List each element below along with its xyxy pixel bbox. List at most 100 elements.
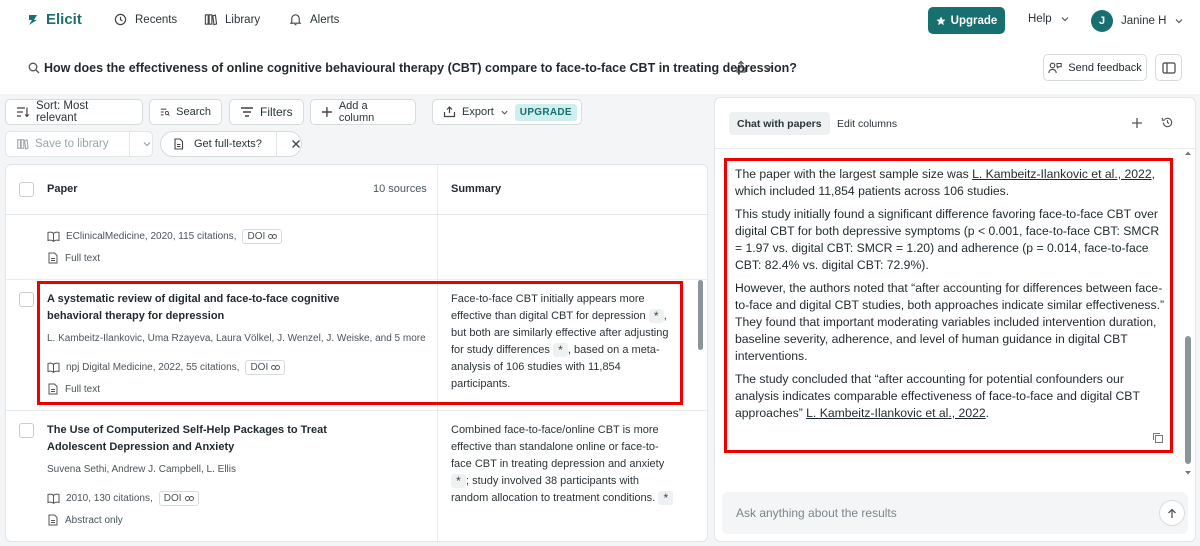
doi-link[interactable]: DOI [242,229,283,244]
save-to-library-button[interactable]: Save to library [5,131,153,157]
upgrade-button[interactable]: Upgrade [928,7,1005,34]
partial-row-journal: EClinicalMedicine, 2020, 115 citations, [66,231,237,242]
research-question[interactable]: How does the effectiveness of online cog… [44,61,797,75]
upgrade-label: Upgrade [950,14,998,27]
history-icon[interactable] [1161,116,1174,129]
sources-count: 10 sources [373,183,427,195]
availability-label: Abstract only [65,514,123,526]
export-icon [443,106,456,118]
export-button[interactable]: Export UPGRADE [432,99,582,125]
filters-label: Filters [260,105,293,119]
table-scrollbar[interactable] [698,280,703,350]
table-header: Paper 10 sources Summary [6,165,707,215]
paper-authors: Suvena Sethi, Andrew J. Campbell, L. Ell… [47,464,236,475]
nav-alerts[interactable]: Alerts [289,13,339,26]
search-button[interactable]: Search [149,99,222,125]
row-separator [6,279,707,280]
paper-title[interactable]: The Use of Computerized Self-Help Packag… [47,422,377,456]
citation-marker[interactable]: * [451,474,466,489]
clock-icon [114,13,127,26]
document-icon [48,252,58,264]
sidebar-panel-icon [1161,61,1176,74]
nav-recents-label: Recents [135,13,178,26]
partial-row-meta: EClinicalMedicine, 2020, 115 citations, … [47,229,283,244]
sort-icon [16,107,30,118]
send-feedback-button[interactable]: Send feedback [1043,54,1147,81]
chat-scrollbar[interactable] [1185,336,1191,464]
chevron-down-icon [501,110,508,115]
plus-icon[interactable] [1131,117,1143,129]
highlight-box [37,281,683,405]
bell-icon [289,14,302,26]
paper-journal: 2010, 130 citations, [66,493,153,504]
add-column-label: Add a column [338,100,375,124]
add-column-button[interactable]: Add a column [310,99,416,125]
select-all-checkbox[interactable] [19,182,34,197]
help-label: Help [1028,13,1052,25]
chevron-down-icon [1061,17,1069,22]
doi-label: DOI [163,493,182,504]
feedback-icon [1048,62,1062,73]
library-icon [17,139,29,150]
doi-label: DOI [247,231,266,242]
row-separator [6,410,707,411]
paper-summary: Combined face-to-face/online CBT is more… [451,422,679,507]
scroll-down-arrow[interactable] [1184,470,1192,476]
link-icon [184,496,194,501]
chevron-down-icon[interactable] [142,139,152,149]
book-icon [47,231,60,242]
book-icon [47,493,60,504]
get-fulltexts-label: Get full-texts? [194,138,262,150]
document-clip-icon [174,138,184,150]
search-label: Search [176,106,211,118]
nav-alerts-label: Alerts [310,13,340,26]
filter-icon [241,107,253,117]
row-checkbox[interactable] [19,423,34,438]
nav-recents[interactable]: Recents [114,13,177,26]
document-icon [48,514,58,526]
filters-button[interactable]: Filters [229,99,304,125]
plus-icon [321,107,332,117]
highlight-box [724,158,1173,453]
search-icon [28,62,40,74]
upgrade-badge[interactable]: UPGRADE [514,103,577,121]
avatar: J [1091,10,1113,32]
paper-availability: Abstract only [47,514,123,526]
send-feedback-label: Send feedback [1068,61,1142,74]
close-icon[interactable] [291,139,301,149]
tab-chat-with-papers[interactable]: Chat with papers [729,112,830,135]
panel-toggle-button[interactable] [1155,54,1182,81]
scroll-up-arrow[interactable] [1184,150,1192,156]
paper-column-header[interactable]: Paper [47,183,78,195]
library-icon [204,14,217,26]
share-icon[interactable] [734,60,748,74]
search-list-icon [160,108,170,116]
chevron-down-icon[interactable] [762,62,774,74]
citation-marker[interactable]: * [658,491,674,506]
row-checkbox[interactable] [19,292,34,307]
save-library-label: Save to library [35,138,109,150]
nav-library-label: Library [225,13,261,26]
sort-button[interactable]: Sort: Most relevant [5,99,143,125]
top-navbar: Elicit Recents Library Alerts Upgrade He… [0,0,1200,42]
ask-input[interactable]: Ask anything about the results [722,492,1188,534]
user-name: Janine H [1121,15,1167,27]
user-menu[interactable]: J Janine H [1091,10,1184,32]
availability-label: Full text [65,252,101,264]
tab-edit-columns[interactable]: Edit columns [837,112,897,135]
send-button[interactable] [1159,500,1185,526]
sort-label: Sort: Most relevant [35,100,89,124]
doi-link[interactable]: DOI [158,491,199,506]
nav-library[interactable]: Library [204,13,260,26]
star-icon [936,16,946,25]
arrow-up-icon [1168,508,1176,518]
paper-meta: 2010, 130 citations, DOI [47,491,199,506]
help-menu[interactable]: Help [1028,13,1070,25]
chevron-down-icon [1175,19,1183,24]
query-bar: How does the effectiveness of online cog… [0,42,1200,94]
summary-column-header[interactable]: Summary [451,183,501,195]
panel-divider [715,148,1195,149]
summary-text: Combined face-to-face/online CBT is more… [451,424,665,470]
get-fulltexts-chip[interactable]: Get full-texts? [160,131,302,157]
elicit-logo[interactable]: Elicit [26,11,82,28]
